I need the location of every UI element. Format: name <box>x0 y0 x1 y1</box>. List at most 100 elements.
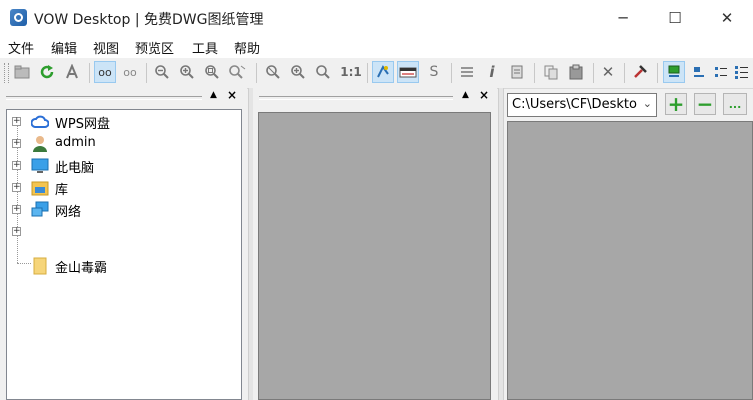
link-view-glyph: oo <box>98 65 112 79</box>
zoom-out-icon[interactable] <box>151 61 173 83</box>
tree-item-this-pc[interactable]: + 此电脑 <box>7 155 241 177</box>
network-icon <box>31 201 49 219</box>
view-details-icon[interactable] <box>731 61 751 83</box>
toolbar-separator <box>624 63 625 83</box>
path-dropdown[interactable]: C:\Users\CF\Desktop ⌄ <box>507 93 657 117</box>
toolbar-separator <box>89 63 90 83</box>
expand-icon[interactable]: + <box>12 205 21 214</box>
cad-icon[interactable] <box>61 61 83 83</box>
tree-item-network[interactable]: + 网络 <box>7 199 241 221</box>
tree-item-kingsoft[interactable]: 金山毒霸 <box>7 255 241 277</box>
minimize-button[interactable]: ─ <box>597 0 649 36</box>
tree-item-label: admin <box>55 135 96 150</box>
file-list-area[interactable] <box>258 112 491 400</box>
panel-close-button[interactable]: × <box>479 88 489 102</box>
pin-button[interactable]: ▲ <box>462 90 469 100</box>
refresh-icon[interactable] <box>36 61 58 83</box>
tree-item-label: 网络 <box>55 205 82 220</box>
toolbar-separator <box>534 63 535 83</box>
zoom-window-icon[interactable] <box>201 61 223 83</box>
pin-button[interactable]: ▲ <box>210 90 217 100</box>
tools-icon[interactable] <box>629 61 651 83</box>
plus-icon: + <box>667 92 685 116</box>
title-bar: VOW Desktop | 免费DWG图纸管理 ─ ☐ ✕ <box>0 0 753 36</box>
toolbar-separator <box>593 63 594 83</box>
menu-preview[interactable]: 预览区 <box>135 38 174 57</box>
toolbar: oo oo 1:1 S i ✕ <box>0 58 753 89</box>
menu-help[interactable]: 帮助 <box>234 38 260 57</box>
layer-icon[interactable] <box>372 61 394 83</box>
zoom-1-1-icon[interactable]: 1:1 <box>338 61 364 83</box>
unlink-view-icon[interactable]: oo <box>119 61 141 83</box>
expand-icon[interactable]: + <box>12 161 21 170</box>
text-style-icon[interactable]: S <box>423 61 445 83</box>
tree-item-wps[interactable]: + WPS网盘 <box>7 111 241 133</box>
layers-list-icon[interactable] <box>456 61 478 83</box>
tree-item-label: WPS网盘 <box>55 117 110 132</box>
folder-icon[interactable] <box>11 61 33 83</box>
panel-title-line <box>259 96 453 100</box>
expand-icon[interactable]: + <box>12 139 21 148</box>
tree-item-empty[interactable]: + <box>7 221 241 243</box>
zoom-realtime-icon[interactable] <box>287 61 309 83</box>
add-path-button[interactable]: + <box>665 93 687 115</box>
expand-icon[interactable]: + <box>12 117 21 126</box>
preview-area[interactable] <box>507 121 753 400</box>
folder-icon <box>31 257 49 275</box>
view-large-icon[interactable] <box>663 61 685 83</box>
chevron-down-icon[interactable]: ⌄ <box>643 97 652 110</box>
zoom-1-1-glyph: 1:1 <box>340 65 362 79</box>
menu-bar: 文件 编辑 视图 预览区 工具 帮助 <box>0 36 753 58</box>
info-glyph: i <box>489 63 495 81</box>
menu-tools[interactable]: 工具 <box>192 38 218 57</box>
tree-item-label: 金山毒霸 <box>55 261 108 276</box>
zoom-fit-icon[interactable] <box>312 61 334 83</box>
middle-panel: ▲ × <box>253 88 497 400</box>
zoom-pan-icon[interactable] <box>226 61 248 83</box>
toolbar-separator <box>451 63 452 83</box>
right-splitter[interactable] <box>498 88 504 400</box>
toolbar-gripper <box>4 63 9 83</box>
folder-tree[interactable]: + WPS网盘 + admin + 此电脑 + 库 + 网络 + 金山毒霸 <box>6 109 242 400</box>
panel-close-button[interactable]: × <box>227 88 237 102</box>
left-panel-header: ▲ × <box>0 88 247 106</box>
info-icon[interactable]: i <box>481 61 503 83</box>
middle-panel-header: ▲ × <box>253 88 497 106</box>
more-icon: ... <box>728 97 742 111</box>
menu-edit[interactable]: 编辑 <box>51 38 77 57</box>
computer-icon <box>31 157 49 175</box>
copy-icon[interactable] <box>540 61 562 83</box>
toolbar-separator <box>367 63 368 83</box>
image-mode-icon[interactable] <box>397 61 419 83</box>
zoom-all-icon[interactable] <box>262 61 284 83</box>
minus-icon: − <box>696 92 714 116</box>
library-icon <box>31 179 49 197</box>
view-small-icon[interactable] <box>688 61 710 83</box>
panel-title-line <box>6 96 202 100</box>
expand-icon[interactable]: + <box>12 227 21 236</box>
view-list-icon[interactable] <box>710 61 732 83</box>
paste-icon[interactable] <box>565 61 587 83</box>
unlink-view-glyph: oo <box>123 65 137 79</box>
link-view-icon[interactable]: oo <box>94 61 116 83</box>
left-panel: ▲ × + WPS网盘 + admin + 此电脑 + 库 + 网络 + 金山毒… <box>0 88 247 400</box>
toolbar-separator <box>146 63 147 83</box>
maximize-button[interactable]: ☐ <box>649 0 701 36</box>
zoom-in-icon[interactable] <box>176 61 198 83</box>
menu-view[interactable]: 视图 <box>93 38 119 57</box>
expand-icon[interactable]: + <box>12 183 21 192</box>
close-button[interactable]: ✕ <box>701 0 753 36</box>
path-value: C:\Users\CF\Desktop <box>512 97 638 112</box>
print-preview-icon[interactable] <box>506 61 528 83</box>
menu-file[interactable]: 文件 <box>8 38 34 57</box>
remove-path-button[interactable]: − <box>694 93 716 115</box>
user-icon <box>31 135 49 153</box>
tree-item-library[interactable]: + 库 <box>7 177 241 199</box>
delete-glyph: ✕ <box>601 63 615 81</box>
app-logo-icon <box>10 9 27 26</box>
window-title: VOW Desktop | 免费DWG图纸管理 <box>34 12 264 28</box>
more-button[interactable]: ... <box>723 93 747 115</box>
toolbar-separator <box>657 63 658 83</box>
tree-item-admin[interactable]: + admin <box>7 133 241 155</box>
delete-icon[interactable]: ✕ <box>597 61 619 83</box>
